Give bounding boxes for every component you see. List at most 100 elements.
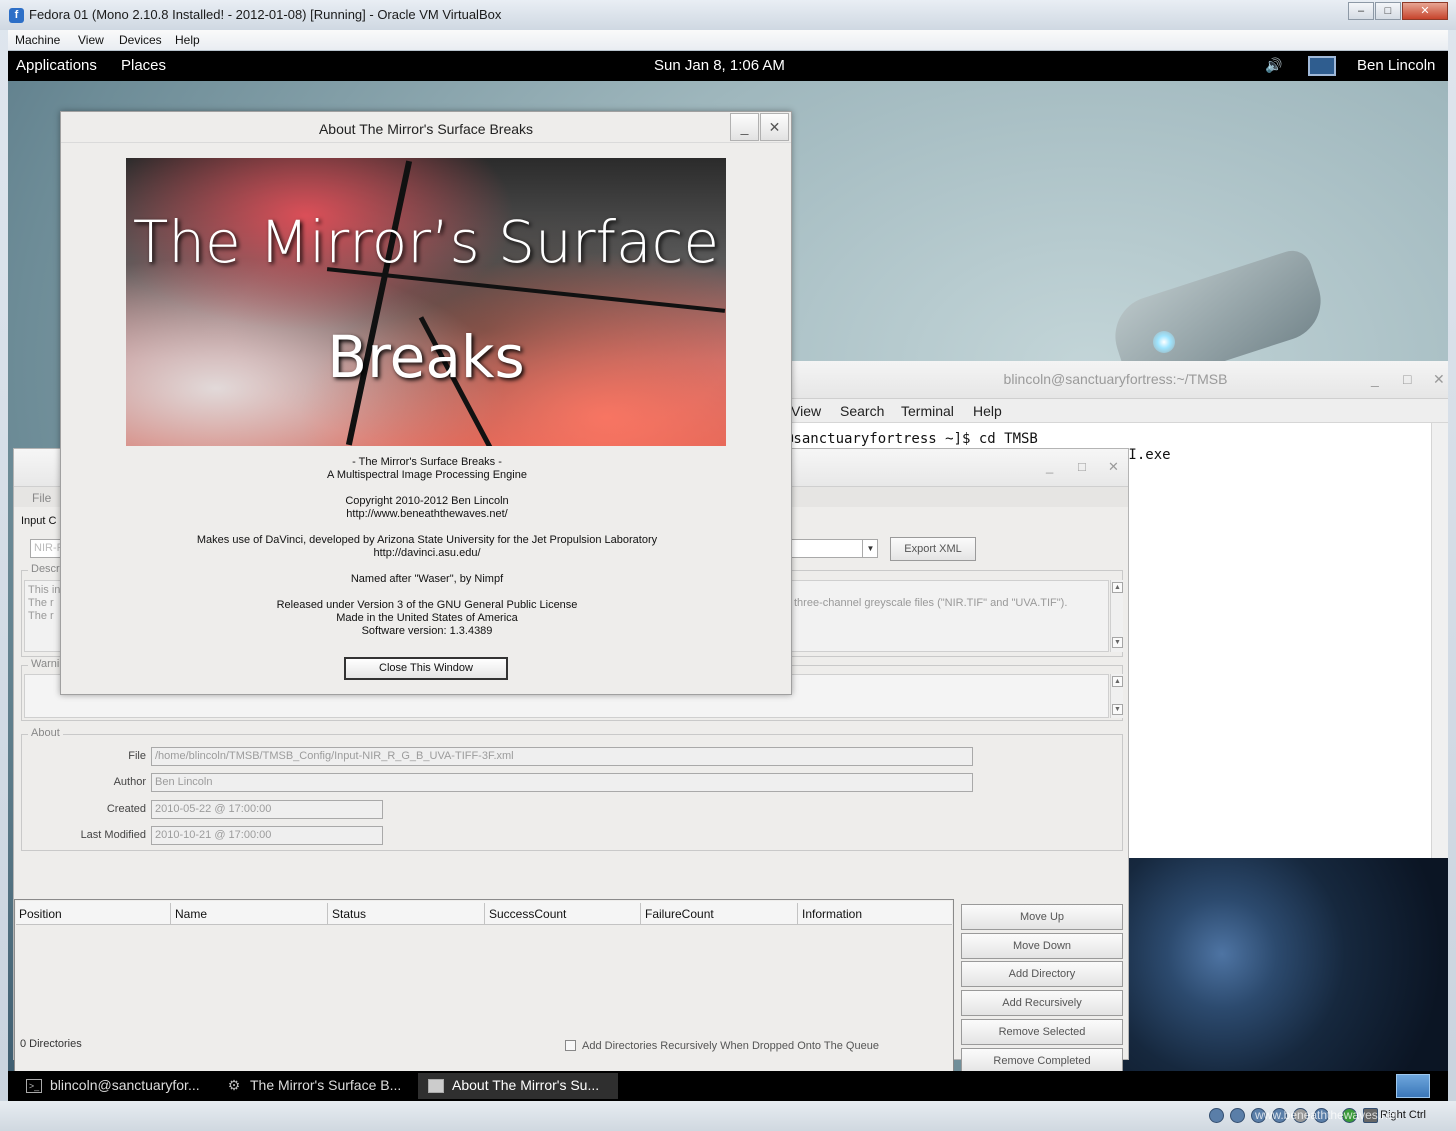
volume-icon[interactable]: 🔊 bbox=[1265, 57, 1282, 74]
scroll-up-icon[interactable]: ▲ bbox=[1112, 676, 1123, 687]
remove-selected-button[interactable]: Remove Selected bbox=[961, 1019, 1123, 1045]
hard-disk-icon[interactable] bbox=[1209, 1108, 1224, 1123]
file-field[interactable]: /home/blincoln/TMSB/TMSB_Config/Input-NI… bbox=[151, 747, 973, 766]
about-license: Released under Version 3 of the GNU Gene… bbox=[276, 599, 578, 611]
warnings-scrollbar[interactable]: ▲ ▼ bbox=[1110, 674, 1123, 718]
minimize-button[interactable]: – bbox=[1348, 2, 1374, 20]
column-position[interactable]: Position bbox=[15, 903, 171, 925]
add-recursively-button[interactable]: Add Recursively bbox=[961, 990, 1123, 1016]
workspace-switcher[interactable] bbox=[1396, 1074, 1430, 1098]
clock[interactable]: Sun Jan 8, 1:06 AM bbox=[654, 57, 785, 74]
host-titlebar: f Fedora 01 (Mono 2.10.8 Installed! - 20… bbox=[0, 0, 1456, 30]
places-menu[interactable]: Places bbox=[121, 57, 166, 74]
close-this-window-button[interactable]: Close This Window bbox=[344, 657, 508, 680]
wallpaper-glow bbox=[1153, 331, 1175, 353]
directory-count: 0 Directories bbox=[20, 1038, 82, 1050]
recursive-checkbox[interactable] bbox=[565, 1040, 576, 1051]
scroll-down-icon[interactable]: ▼ bbox=[1112, 637, 1123, 648]
main-menu-file[interactable]: File bbox=[32, 491, 51, 505]
gnome-top-panel: Applications Places Sun Jan 8, 1:06 AM 🔊… bbox=[8, 51, 1448, 81]
menu-machine[interactable]: Machine bbox=[15, 33, 60, 47]
about-close-icon[interactable]: ✕ bbox=[760, 113, 789, 141]
about-minimize-icon[interactable]: _ bbox=[730, 113, 759, 141]
column-success-count[interactable]: SuccessCount bbox=[485, 903, 641, 925]
about-url[interactable]: http://www.beneaththewaves.net/ bbox=[61, 508, 793, 521]
main-minimize-icon[interactable]: _ bbox=[1046, 459, 1053, 474]
virtualbox-icon: f bbox=[9, 8, 24, 23]
terminal-scrollbar[interactable] bbox=[1431, 423, 1448, 858]
crack-line bbox=[345, 160, 413, 446]
network-icon[interactable] bbox=[1308, 56, 1336, 76]
created-field[interactable]: 2010-05-22 @ 17:00:00 bbox=[151, 800, 383, 819]
task-about[interactable]: About The Mirror's Su... bbox=[418, 1073, 618, 1099]
banner-title-line2: Breaks bbox=[327, 323, 525, 391]
about-titlebar[interactable]: About The Mirror's Surface Breaks _ ✕ bbox=[61, 112, 791, 143]
user-menu[interactable]: Ben Lincoln bbox=[1357, 57, 1435, 74]
about-made-in: Made in the United States of America bbox=[336, 612, 518, 624]
applications-menu[interactable]: Applications bbox=[16, 57, 97, 74]
task-about-label: About The Mirror's Su... bbox=[452, 1077, 600, 1093]
author-field[interactable]: Ben Lincoln bbox=[151, 773, 973, 792]
created-label: Created bbox=[106, 803, 146, 815]
task-terminal-label: blincoln@sanctuaryfor... bbox=[50, 1077, 200, 1093]
about-version: Software version: 1.3.4389 bbox=[361, 625, 493, 637]
wallpaper-rocks bbox=[1123, 856, 1448, 1101]
menu-help[interactable]: Help bbox=[175, 33, 200, 47]
app-gear-icon: ⚙ bbox=[227, 1077, 241, 1093]
task-tmsb[interactable]: ⚙ The Mirror's Surface B... bbox=[216, 1073, 409, 1099]
main-close-icon[interactable]: ✕ bbox=[1108, 459, 1119, 475]
column-name[interactable]: Name bbox=[171, 903, 328, 925]
terminal-icon: >_ bbox=[26, 1079, 42, 1093]
terminal-line: @sanctuaryfortress ~]$ cd TMSB bbox=[785, 431, 1038, 447]
about-copyright: Copyright 2010-2012 Ben Lincoln bbox=[345, 495, 509, 507]
host-statusbar: Right Ctrl www.beneaththewaves.net bbox=[0, 1101, 1456, 1131]
warnings-legend: Warni bbox=[28, 658, 63, 670]
add-directory-button[interactable]: Add Directory bbox=[961, 961, 1123, 987]
gnome-taskbar: >_ blincoln@sanctuaryfor... ⚙ The Mirror… bbox=[8, 1071, 1448, 1101]
about-title: About The Mirror's Surface Breaks bbox=[318, 121, 534, 137]
terminal-menu-terminal[interactable]: Terminal bbox=[901, 403, 954, 419]
terminal-close-icon[interactable]: ✕ bbox=[1433, 371, 1445, 388]
terminal-maximize-icon[interactable]: □ bbox=[1403, 371, 1411, 387]
menu-devices[interactable]: Devices bbox=[119, 33, 162, 47]
virtualbox-window: f Fedora 01 (Mono 2.10.8 Installed! - 20… bbox=[0, 0, 1456, 1131]
about-group: About File /home/blincoln/TMSB/TMSB_Conf… bbox=[21, 727, 1123, 851]
terminal-menu-search[interactable]: Search bbox=[840, 403, 884, 419]
main-maximize-icon[interactable]: □ bbox=[1078, 459, 1086, 474]
about-named-after: Named after "Waser", by Nimpf bbox=[350, 573, 504, 585]
directory-queue-table[interactable]: Position Name Status SuccessCount Failur… bbox=[14, 899, 954, 1083]
close-button[interactable]: ✕ bbox=[1402, 2, 1448, 20]
scroll-up-icon[interactable]: ▲ bbox=[1112, 582, 1123, 593]
column-status[interactable]: Status bbox=[328, 903, 485, 925]
maximize-button[interactable]: □ bbox=[1375, 2, 1401, 20]
terminal-menu-view[interactable]: View bbox=[791, 403, 821, 419]
about-davinci: Makes use of DaVinci, developed by Arizo… bbox=[196, 534, 658, 546]
terminal-titlebar[interactable]: blincoln@sanctuaryfortress:~/TMSB _ □ ✕ bbox=[783, 361, 1448, 399]
description-scrollbar[interactable]: ▲ ▼ bbox=[1110, 580, 1123, 652]
terminal-menu-help[interactable]: Help bbox=[973, 403, 1002, 419]
guest-desktop: Applications Places Sun Jan 8, 1:06 AM 🔊… bbox=[8, 51, 1448, 1101]
menu-view[interactable]: View bbox=[78, 33, 104, 47]
about-banner-image: The Mirror’s Surface Breaks bbox=[126, 158, 726, 446]
last-modified-label: Last Modified bbox=[80, 829, 146, 841]
watermark: www.beneaththewaves.net bbox=[1255, 1108, 1398, 1122]
scroll-down-icon[interactable]: ▼ bbox=[1112, 704, 1123, 715]
about-dialog[interactable]: About The Mirror's Surface Breaks _ ✕ Th… bbox=[60, 111, 792, 695]
author-label: Author bbox=[113, 776, 146, 788]
about-subtitle: A Multispectral Image Processing Engine bbox=[327, 469, 527, 481]
file-label: File bbox=[128, 750, 146, 762]
optical-drive-icon[interactable] bbox=[1230, 1108, 1245, 1123]
task-tmsb-label: The Mirror's Surface B... bbox=[250, 1077, 402, 1093]
last-modified-field[interactable]: 2010-10-21 @ 17:00:00 bbox=[151, 826, 383, 845]
move-down-button[interactable]: Move Down bbox=[961, 933, 1123, 959]
terminal-minimize-icon[interactable]: _ bbox=[1371, 371, 1379, 387]
column-failure-count[interactable]: FailureCount bbox=[641, 903, 798, 925]
export-xml-button[interactable]: Export XML bbox=[890, 537, 976, 561]
column-information[interactable]: Information bbox=[798, 903, 953, 925]
move-up-button[interactable]: Move Up bbox=[961, 904, 1123, 930]
task-terminal[interactable]: >_ blincoln@sanctuaryfor... bbox=[16, 1073, 208, 1099]
about-app-name: - The Mirror's Surface Breaks - bbox=[352, 456, 502, 468]
about-davinci-url[interactable]: http://davinci.asu.edu/ bbox=[61, 547, 793, 560]
chevron-down-icon[interactable]: ▼ bbox=[862, 540, 878, 557]
host-menubar: Machine View Devices Help bbox=[8, 30, 1448, 51]
